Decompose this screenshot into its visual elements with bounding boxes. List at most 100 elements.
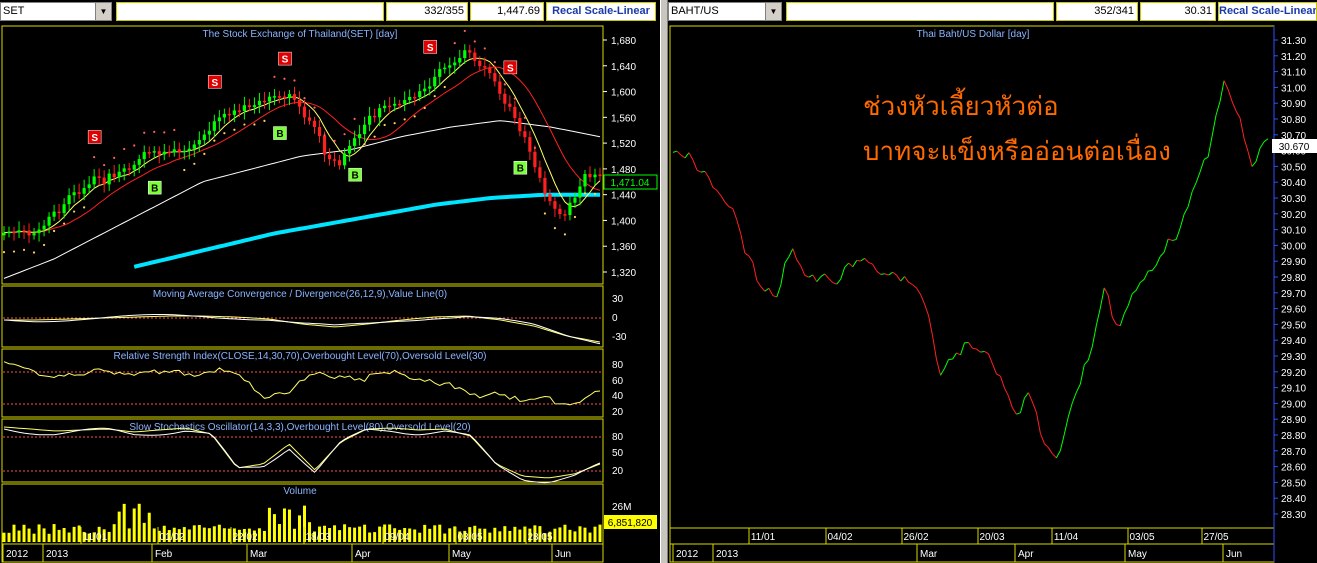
baht-line-segment [1227,89,1233,102]
price-tick: 29.80 [1281,273,1306,284]
set-chart-window: SET ▼ 332/355 1,447.69 Recal Scale-Linea… [0,0,660,563]
volume-bar [448,528,452,542]
candle-body [438,69,442,77]
volume-bar [107,531,111,542]
volume-bar [37,524,41,542]
baht-line-segment [824,273,830,279]
baht-line-segment [1012,407,1017,415]
date-label: 28/05 [527,532,552,543]
baht-line-segment [904,276,910,283]
baht-line-segment [736,219,742,235]
volume-bar [333,525,337,542]
baht-line-segment [1119,313,1125,326]
recal-scale-button[interactable]: Recal Scale-Linear [546,2,656,21]
symbol-select[interactable]: BAHT/US ▼ [668,2,782,21]
baht-toolbar: BAHT/US ▼ 352/341 30.31 Recal Scale-Line… [668,0,1317,24]
baht-line-segment [1155,256,1161,266]
range-field: 352/341 [1056,2,1138,21]
candle-body [342,153,347,166]
candle-body [137,159,141,165]
chevron-down-icon[interactable]: ▼ [95,3,111,20]
thai-annotation-line1: ช่วงหัวเลี้ยวหัวต่อ [863,87,1059,121]
date-label: 11/04 [1054,532,1079,543]
baht-line-segment [880,273,885,275]
price-tick: 29.30 [1281,352,1306,363]
candle-body [267,96,272,102]
price-tick: 28.50 [1281,478,1306,489]
baht-line-segment [1243,138,1249,152]
candle-body [152,151,156,153]
candle-body [388,105,392,108]
sar-dot [563,233,567,236]
month-label: Apr [1018,549,1034,560]
price-tick: 28.60 [1281,463,1306,474]
price-tick: 30.50 [1281,162,1306,173]
baht-line-segment [1163,238,1169,253]
volume-bar [152,528,156,542]
candle-body [37,229,41,234]
date-label: 11/01 [83,532,108,543]
candle-body [513,106,517,118]
candle-body [312,120,317,127]
baht-line-segment [968,342,973,349]
baht-line-segment [991,363,997,375]
baht-line-segment [1111,316,1117,325]
sar-dot [83,206,86,209]
candle-body [62,204,66,214]
sar-dot [283,77,286,80]
sar-dot [133,144,136,147]
candle-body [282,96,287,99]
volume-bar [42,528,46,542]
volume-bar [192,525,196,542]
baht-line-segment [688,152,694,161]
volume-bar [52,524,56,542]
candle-body [322,136,327,155]
volume-bar [518,529,522,542]
candle-body [287,94,292,99]
candle-body [102,177,106,185]
recal-scale-button[interactable]: Recal Scale-Linear [1218,2,1317,21]
baht-line-segment [1219,80,1225,102]
price-tick: 1,480 [611,165,636,176]
baht-chart-canvas[interactable]: Thai Baht/US Dollar [day] ช่วงหัวเลี้ยวห… [668,24,1317,563]
candle-body [443,67,447,70]
candle-body [363,124,367,135]
month-label: May [452,549,471,560]
volume-bar [418,532,422,542]
baht-line-segment [1039,433,1045,444]
price-tick: 30.40 [1281,178,1306,189]
candle-body [583,173,587,187]
chevron-down-icon[interactable]: ▼ [765,3,781,20]
sar-dot [173,128,176,132]
price-tick: 29.60 [1281,305,1306,316]
sar-dot [453,42,456,45]
symbol-select[interactable]: SET ▼ [0,2,112,21]
month-label: Mar [250,549,268,560]
candle-body [523,131,527,138]
sar-dot [393,122,396,125]
baht-line-segment [988,353,993,365]
baht-line-segment [1187,191,1193,207]
pane-splitter[interactable] [660,0,668,563]
candle-body [297,99,302,107]
price-tick: 28.80 [1281,431,1306,442]
sar-dot [243,123,246,126]
baht-line-segment [828,278,834,283]
volume-bar [338,530,342,542]
price-label: 30.670 [1279,142,1310,153]
baht-line-segment [1103,287,1109,296]
volume-bar [348,527,352,542]
baht-line-segment [1231,101,1237,112]
candle-body [563,214,567,216]
date-label: 22/02 [232,532,257,543]
set-chart-canvas[interactable]: The Stock Exchange of Thailand(SET) [day… [0,24,660,563]
buy-sell-signals: S B S B S B S B S [87,40,528,195]
candle-body [17,230,21,233]
sar-dot [2,251,6,254]
volume-bar [27,528,31,542]
sar-dot [413,115,416,118]
macd-signal-line [3,314,601,345]
sar-dot [583,192,587,195]
candle-body [488,67,492,74]
sar-dot [403,118,406,121]
